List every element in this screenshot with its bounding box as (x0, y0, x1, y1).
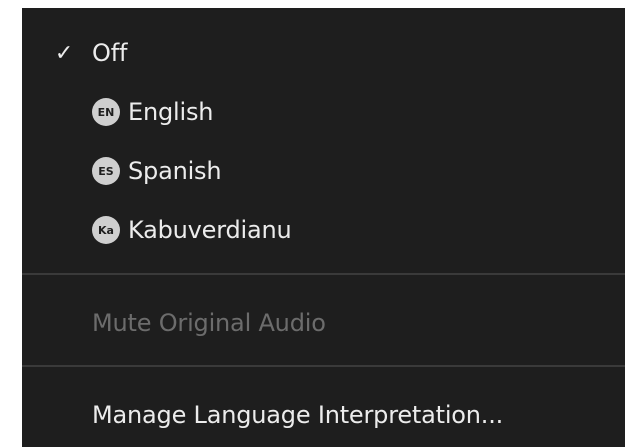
manage-language-interpretation-label: Manage Language Interpretation... (92, 401, 504, 429)
menu-item-kabuverdianu[interactable]: Ka Kabuverdianu (22, 207, 625, 253)
language-interpretation-menu: ✓ Off EN English ES Spanish Ka Kabuverdi… (22, 8, 625, 447)
mute-original-audio-label: Mute Original Audio (92, 309, 326, 337)
menu-item-off[interactable]: ✓ Off (22, 30, 625, 76)
language-badge-icon: Ka (92, 216, 120, 244)
menu-divider (22, 365, 625, 367)
menu-item-english-label: English (128, 98, 214, 126)
menu-item-manage-language-interpretation[interactable]: Manage Language Interpretation... (22, 392, 625, 438)
menu-item-spanish[interactable]: ES Spanish (22, 148, 625, 194)
menu-item-spanish-label: Spanish (128, 157, 222, 185)
menu-item-kabuverdianu-label: Kabuverdianu (128, 216, 292, 244)
language-badge-icon: ES (92, 157, 120, 185)
menu-item-english[interactable]: EN English (22, 89, 625, 135)
menu-item-off-label: Off (92, 39, 128, 67)
checkmark-icon: ✓ (54, 40, 74, 66)
menu-divider (22, 273, 625, 275)
language-badge-icon: EN (92, 98, 120, 126)
menu-item-mute-original-audio: Mute Original Audio (22, 300, 625, 346)
